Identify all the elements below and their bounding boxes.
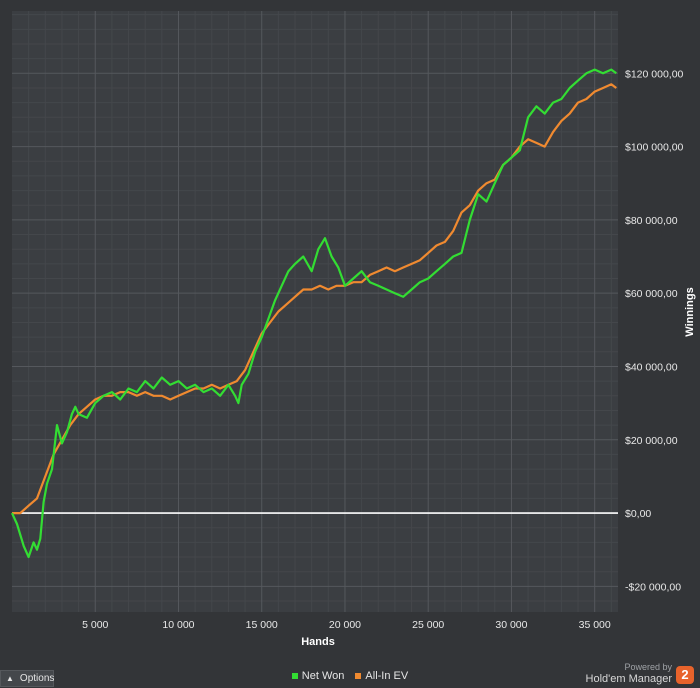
y-tick-label: $80 000,00 bbox=[625, 215, 678, 227]
x-tick-label: 15 000 bbox=[246, 619, 278, 631]
y-tick-label: $120 000,00 bbox=[625, 68, 684, 80]
x-axis-title: Hands bbox=[301, 636, 335, 648]
x-tick-label: 10 000 bbox=[162, 619, 194, 631]
plot-background bbox=[12, 11, 618, 612]
x-tick-label: 35 000 bbox=[579, 619, 611, 631]
y-tick-label: $100 000,00 bbox=[625, 142, 684, 154]
legend-swatch-net-won bbox=[291, 673, 298, 680]
y-tick-labels: -$20 000,00 $0,00 $20 000,00 $40 000,00 $60 … bbox=[625, 68, 684, 593]
x-tick-label: 30 000 bbox=[495, 619, 527, 631]
y-tick-label: -$20 000,00 bbox=[625, 581, 681, 593]
winnings-chart: 5 000 10 000 15 000 20 000 25 000 30 000 35 00… bbox=[11, 11, 696, 648]
legend-item-all-in-ev[interactable]: All-In EV bbox=[355, 670, 408, 682]
y-axis-title: Winnings bbox=[684, 287, 696, 336]
brand-logo-icon: 2 bbox=[676, 666, 694, 684]
brand: Powered by Hold'em Manager 2 bbox=[576, 662, 696, 688]
x-tick-label: 5 000 bbox=[82, 619, 108, 631]
x-tick-labels: 5 000 10 000 15 000 20 000 25 000 30 000 35 00… bbox=[82, 619, 611, 631]
x-tick-label: 20 000 bbox=[329, 619, 361, 631]
y-tick-label: $0,00 bbox=[625, 508, 651, 520]
x-tick-label: 25 000 bbox=[412, 619, 444, 631]
y-tick-label: $40 000,00 bbox=[625, 361, 678, 373]
brand-name: Hold'em Manager bbox=[585, 673, 672, 685]
chevron-up-icon: ▲ bbox=[6, 674, 14, 683]
options-label: Options bbox=[19, 673, 55, 684]
y-tick-label: $20 000,00 bbox=[625, 435, 678, 447]
legend-item-net-won[interactable]: Net Won bbox=[291, 670, 345, 682]
legend-label-all-in-ev: All-In EV bbox=[365, 670, 409, 682]
legend-label-net-won: Net Won bbox=[301, 670, 345, 682]
options-button[interactable]: ▲ Options bbox=[0, 670, 54, 687]
legend-swatch-all-in-ev bbox=[355, 673, 362, 680]
powered-by-text: Powered by bbox=[624, 662, 672, 672]
y-tick-label: $60 000,00 bbox=[625, 288, 678, 300]
